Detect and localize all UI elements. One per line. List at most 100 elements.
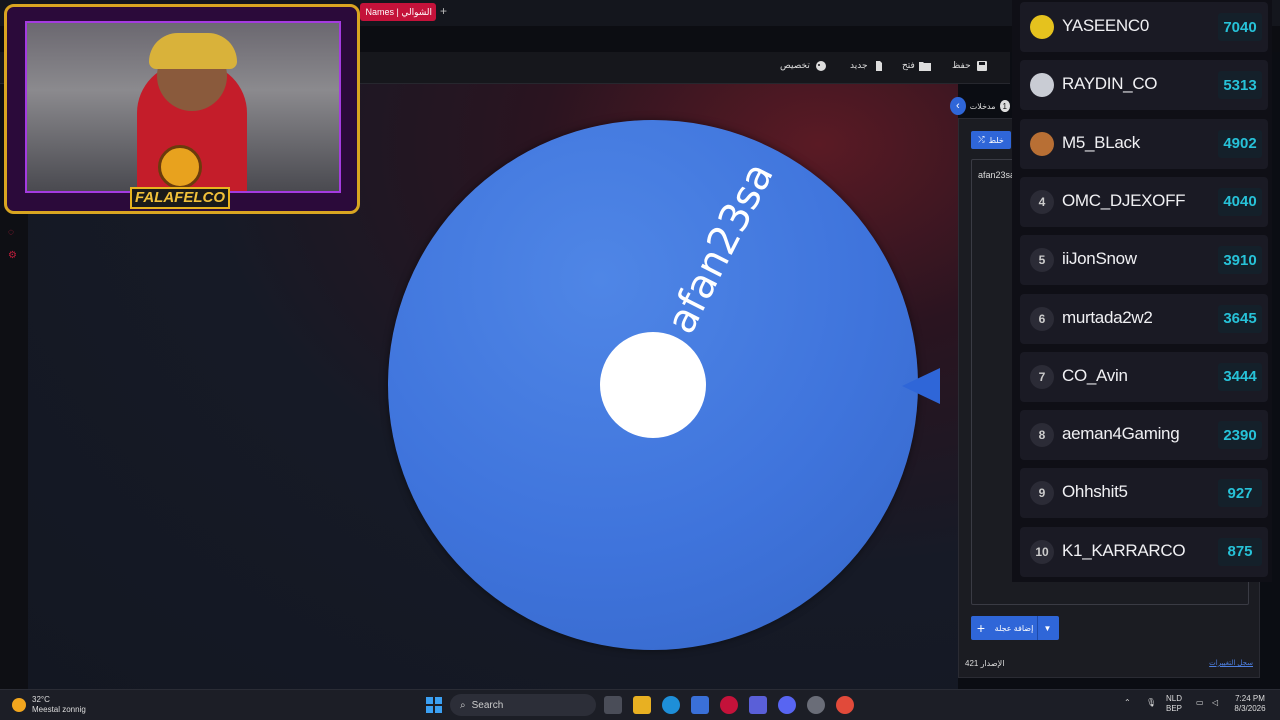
leaderboard-rank: 7 <box>1030 364 1054 389</box>
wheel-hub[interactable] <box>600 332 706 438</box>
weather-description: Meestal zonnig <box>32 705 86 714</box>
date: 8/3/2026 <box>1234 704 1266 713</box>
entry-line: afan23sa <box>978 170 1016 180</box>
chat-icon[interactable]: ◌ <box>8 227 20 239</box>
clock[interactable]: 7:24 PM 8/3/2026 <box>1230 694 1270 714</box>
leaderboard-rank: 5 <box>1030 248 1054 273</box>
leaderboard-rank: 6 <box>1030 306 1054 331</box>
version-label: الإصدار <box>980 659 1005 668</box>
leaderboard-row: 5 iiJonSnow 3910 <box>1020 235 1268 286</box>
wheel-segment-label: afan23sa <box>658 155 783 341</box>
folder-icon <box>918 61 931 71</box>
shuffle-icon: ⤮ <box>978 135 985 144</box>
task-view-icon[interactable] <box>604 696 622 714</box>
leaderboard-name: murtada2w2 <box>1062 307 1153 327</box>
leaderboard-score: 2390 <box>1218 421 1262 450</box>
search-icon: ⌕ <box>460 699 466 711</box>
store-icon[interactable] <box>691 696 709 714</box>
customize-button[interactable]: تخصيص <box>780 60 826 71</box>
weather-widget[interactable]: 32°C Meestal zonnig <box>12 695 86 715</box>
wheel-pointer-icon <box>902 368 940 404</box>
entries-tab[interactable]: 1 مدخلات › <box>950 96 1010 116</box>
spin-wheel[interactable]: afan23sa <box>388 120 918 650</box>
customize-label: تخصيص <box>780 60 810 70</box>
start-button[interactable] <box>426 697 442 713</box>
leaderboard-name: OMC_DJEXOFF <box>1062 190 1186 210</box>
logo-text: FALAFELCO <box>130 187 230 209</box>
shuffle-label: خلط <box>988 135 1004 145</box>
settings-icon[interactable]: ⚙ <box>8 250 20 262</box>
leaderboard-rank: 10 <box>1030 539 1054 564</box>
obs-icon[interactable] <box>807 696 825 714</box>
leaderboard-name: iiJonSnow <box>1062 249 1137 269</box>
file-icon <box>874 60 884 71</box>
leaderboard-score: 3444 <box>1218 362 1262 391</box>
leaderboard-row: 6 murtada2w2 3645 <box>1020 293 1268 344</box>
leaderboard-name: M5_BLack <box>1062 132 1140 152</box>
leaderboard-score: 4902 <box>1218 129 1262 158</box>
leaderboard-overlay: YASEENC0 7040 RAYDIN_CO 5313 M5_BLack 4902 4 OM… <box>1012 0 1272 582</box>
save-button[interactable]: حفظ <box>952 60 987 71</box>
volume-icon[interactable]: ◁ <box>1212 698 1218 708</box>
chevron-down-icon[interactable]: ▼ <box>1037 616 1057 640</box>
version-info: 421 الإصدار <box>965 659 1004 668</box>
new-button[interactable]: جديد <box>850 60 884 71</box>
leaderboard-row: RAYDIN_CO 5313 <box>1020 60 1268 111</box>
chrome-icon[interactable] <box>836 696 854 714</box>
version-number: 421 <box>965 659 979 668</box>
tab-title: الشوالي | Names <box>365 7 432 17</box>
leaderboard-name: RAYDIN_CO <box>1062 74 1158 94</box>
shuffle-button[interactable]: ⤮ خلط <box>971 131 1011 149</box>
open-button[interactable]: فتح <box>902 60 931 71</box>
edge-icon[interactable] <box>662 696 680 714</box>
opera-gx-icon[interactable] <box>720 696 738 714</box>
temperature: 32°C <box>32 695 50 704</box>
leaderboard-row: M5_BLack 4902 <box>1020 118 1268 169</box>
leaderboard-row: YASEENC0 7040 <box>1020 2 1268 52</box>
app-icon[interactable] <box>749 696 767 714</box>
leaderboard-score: 927 <box>1218 479 1262 508</box>
new-tab-button[interactable]: + <box>440 4 447 18</box>
leaderboard-score: 5313 <box>1218 71 1262 100</box>
microphone-icon[interactable]: 🎙 <box>1146 698 1156 708</box>
new-label: جديد <box>850 60 868 70</box>
leaderboard-rank: 9 <box>1030 481 1054 506</box>
leaderboard-name: Ohhshit5 <box>1062 482 1128 502</box>
leaderboard-name: CO_Avin <box>1062 365 1128 385</box>
leaderboard-name: aeman4Gaming <box>1062 424 1180 444</box>
sun-icon <box>12 698 26 712</box>
plus-icon: + <box>976 620 986 636</box>
network-icon[interactable]: ▭ <box>1196 698 1204 708</box>
discord-icon[interactable] <box>778 696 796 714</box>
entries-tab-label: مدخلات <box>969 101 996 111</box>
leaderboard-row: 4 OMC_DJEXOFF 4040 <box>1020 176 1268 227</box>
search-label: Search <box>471 699 504 711</box>
changelog-link[interactable]: سجل التغييرات <box>1209 659 1253 667</box>
medal-icon <box>1030 131 1054 156</box>
leaderboard-rank: 8 <box>1030 423 1054 448</box>
mascot-icon <box>158 145 202 189</box>
lang-top: NLD <box>1166 694 1183 703</box>
add-wheel-label: إضافة عجلة <box>994 623 1034 633</box>
leaderboard-score: 3645 <box>1218 304 1262 333</box>
medal-icon <box>1030 73 1054 98</box>
leaderboard-name: YASEENC0 <box>1062 16 1150 35</box>
open-label: فتح <box>902 60 915 70</box>
windows-taskbar: 32°C Meestal zonnig ⌕ Search ⌃ 🎙 NLD BEP… <box>0 689 1280 720</box>
language-indicator[interactable]: NLD BEP <box>1166 694 1182 714</box>
chevron-left-icon[interactable]: › <box>950 97 966 115</box>
screen: الشوالي | Names + تخصيص جديد فتح حفظ ◷ ◌… <box>0 0 1280 720</box>
leaderboard-score: 875 <box>1218 537 1262 566</box>
leaderboard-row: 10 K1_KARRARCO 875 <box>1020 526 1268 577</box>
chevron-up-icon[interactable]: ⌃ <box>1124 698 1131 708</box>
medal-icon <box>1030 15 1054 39</box>
taskbar-search[interactable]: ⌕ Search <box>450 694 596 716</box>
leaderboard-row: 9 Ohhshit5 927 <box>1020 468 1268 519</box>
streamer-cap <box>149 33 237 69</box>
leaderboard-score: 4040 <box>1218 187 1262 216</box>
save-label: حفظ <box>952 60 971 70</box>
lang-bottom: BEP <box>1166 704 1183 713</box>
add-wheel-button[interactable]: + إضافة عجلة ▼ <box>971 616 1059 640</box>
file-explorer-icon[interactable] <box>633 696 651 714</box>
browser-tab-active[interactable]: الشوالي | Names <box>360 3 436 21</box>
